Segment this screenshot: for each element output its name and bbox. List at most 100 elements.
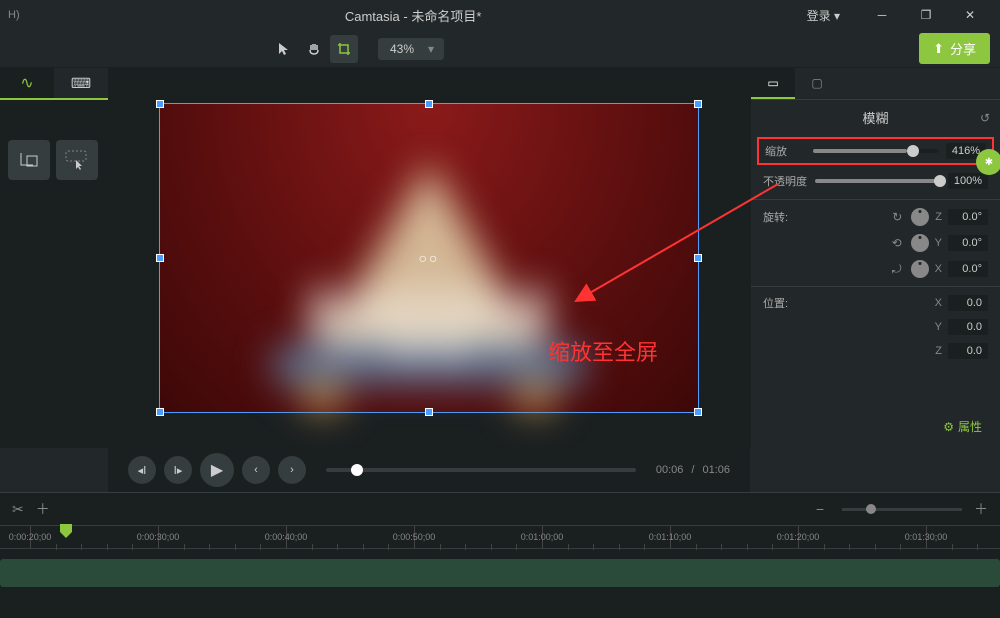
menu-hint: H) [8,9,20,21]
prev-button[interactable]: ‹ [242,456,270,484]
prop-rotation-z: 旋转: ↻ Z 0.0° [751,204,1000,230]
rot-x-value[interactable]: 0.0° [948,261,988,277]
prop-zoom-label: 缩放 [765,143,805,159]
tl-zoom-in[interactable]: ＋ [974,499,988,519]
prop-header: 模糊 ↺ [751,100,1000,135]
titlebar: H) Camtasia - 未命名项目* 登录 ▾ ─ ❐ ✕ [0,0,1000,30]
ruler-label: 0:00:30;00 [137,532,180,542]
timeline: ✂ ＋ − ＋ 0:00:20;000:00:30;000:00:40;000:… [0,492,1000,618]
next-frame-button[interactable]: Ⅰ▸ [164,456,192,484]
prop-opacity-value[interactable]: 100% [948,173,988,189]
rot-y-axis: Y [935,237,942,249]
timeline-tools: ✂ ＋ − ＋ [0,493,1000,525]
pos-y-axis: Y [935,321,942,333]
tl-add-button[interactable]: ＋ [36,499,50,519]
film-icon: ▭ [767,76,778,90]
prop-opacity-label: 不透明度 [763,173,807,189]
handle-br[interactable] [694,408,702,416]
rot-x-icon: ⤾ [889,261,905,277]
prop-opacity-slider[interactable] [815,179,940,183]
prop-tab-video[interactable]: ▭ [751,68,795,99]
tl-zoom-handle[interactable] [866,504,876,514]
tl-zoom-slider[interactable] [842,508,962,511]
green-indicator: ✱ [976,149,1000,175]
close-button[interactable]: ✕ [948,0,992,30]
zoom-dropdown[interactable]: 43% [378,38,444,60]
pos-x-value[interactable]: 0.0 [948,295,988,311]
left-tab-keyboard[interactable]: ⌨ [54,68,108,98]
canvas-stage[interactable]: ○○ 缩放至全屏 [108,68,750,448]
track-area[interactable] [0,549,1000,599]
rot-z-value[interactable]: 0.0° [948,209,988,225]
handle-bl[interactable] [156,408,164,416]
playback-track[interactable] [326,468,636,472]
prop-tab-chat[interactable]: ▢ [795,68,839,99]
crop-tool[interactable] [330,35,358,63]
keyboard-icon: ⌨ [71,75,91,92]
rot-y-icon: ⟲ [889,235,905,251]
prop-position-z: Z 0.0 [751,339,1000,363]
share-icon: ⬆ [933,41,944,57]
maximize-button[interactable]: ❐ [904,0,948,30]
ruler-label: 0:00:50;00 [393,532,436,542]
rot-y-wheel[interactable] [911,234,929,252]
playback-bar: ◂Ⅰ Ⅰ▸ ▶ ‹ › 00:06 / 01:06 [108,448,750,492]
ruler-label: 0:01:10;00 [649,532,692,542]
rot-z-icon: ↻ [889,209,905,225]
left-panel: ∿ ⌨ [0,68,108,448]
handle-tr[interactable] [694,100,702,108]
pos-x-axis: X [935,297,942,309]
next-button[interactable]: › [278,456,306,484]
prop-position-x: 位置: X 0.0 [751,291,1000,315]
ruler-label: 0:00:20;00 [9,532,52,542]
prop-zoom-slider[interactable] [813,149,938,153]
canvas-center-marker: ○○ [419,250,440,266]
pointer-tool[interactable] [270,35,298,63]
left-tab-wave[interactable]: ∿ [0,68,54,98]
annotation-text: 缩放至全屏 [548,335,658,367]
ruler-label: 0:01:20;00 [777,532,820,542]
pos-z-value[interactable]: 0.0 [948,343,988,359]
prop-opacity-row: 不透明度 100% [751,167,1000,195]
share-button[interactable]: ⬆分享 [919,33,990,64]
timeline-ruler[interactable]: 0:00:20;00 0:00:30;00 0:00:40;00 0:00:50;00… [0,525,1000,549]
rot-x-wheel[interactable] [911,260,929,278]
rot-y-value[interactable]: 0.0° [948,235,988,251]
properties-button[interactable]: ⚙ 属性 [943,418,982,435]
time-separator: / [691,464,694,476]
pos-z-axis: Z [935,345,942,357]
rot-z-axis: Z [935,211,942,223]
tl-zoom-out[interactable]: − [816,501,824,517]
properties-panel: ▭ ▢ 模糊 ↺ 缩放 416% ✱ 不透明度 100% 旋转: ↻ Z 0.0… [750,68,1000,448]
play-button[interactable]: ▶ [200,453,234,487]
prop-rotation-y: ⟲ Y 0.0° [751,230,1000,256]
left-box-cut[interactable] [8,140,50,180]
gear-icon: ⚙ [943,420,954,434]
minimize-button[interactable]: ─ [860,0,904,30]
ruler-label: 0:01:00;00 [521,532,564,542]
position-label: 位置: [763,295,788,311]
handle-l[interactable] [156,254,164,262]
canvas-frame[interactable]: ○○ 缩放至全屏 [159,103,699,413]
handle-tl[interactable] [156,100,164,108]
tl-cut-button[interactable]: ✂ [12,501,24,518]
prop-rotation-x: ⤾ X 0.0° [751,256,1000,282]
ruler-label: 0:00:40;00 [265,532,308,542]
hand-tool[interactable] [300,35,328,63]
rot-x-axis: X [935,263,942,275]
left-box-click[interactable] [56,140,98,180]
window-title: Camtasia - 未命名项目* [20,6,807,25]
current-time: 00:06 [656,464,684,476]
handle-b[interactable] [425,408,433,416]
playback-handle[interactable] [351,464,363,476]
revert-icon[interactable]: ↺ [980,111,990,125]
handle-t[interactable] [425,100,433,108]
login-link[interactable]: 登录 ▾ [807,7,840,24]
prev-frame-button[interactable]: ◂Ⅰ [128,456,156,484]
playhead[interactable] [60,524,72,538]
handle-r[interactable] [694,254,702,262]
rot-z-wheel[interactable] [911,208,929,226]
pos-y-value[interactable]: 0.0 [948,319,988,335]
timeline-clip[interactable] [0,559,1000,587]
toolbar: 43% ⬆分享 [0,30,1000,68]
